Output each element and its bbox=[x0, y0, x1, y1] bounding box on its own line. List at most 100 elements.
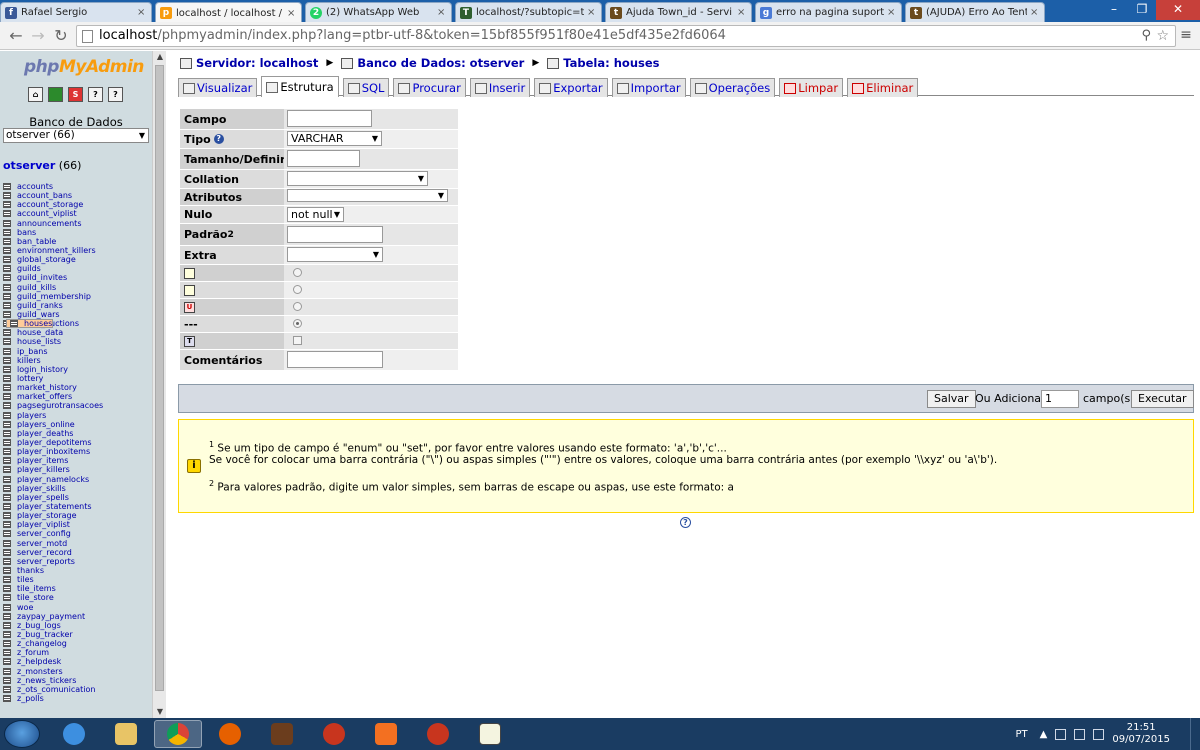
sidebar-table-item[interactable]: bans bbox=[3, 228, 151, 237]
table-icon[interactable] bbox=[3, 301, 11, 309]
table-icon[interactable] bbox=[3, 658, 11, 666]
flag-icon[interactable] bbox=[1055, 728, 1067, 740]
back-icon[interactable]: ← bbox=[6, 26, 26, 46]
sidebar-table-item[interactable]: server_record bbox=[3, 548, 151, 557]
tab-exportar[interactable]: Exportar bbox=[534, 78, 608, 97]
table-icon[interactable] bbox=[3, 402, 11, 410]
table-icon[interactable] bbox=[3, 667, 11, 675]
sidebar-table-item[interactable]: player_storage bbox=[3, 511, 151, 520]
sidebar-table-item[interactable]: announcements bbox=[3, 219, 151, 228]
sidebar-table-item[interactable]: accounts bbox=[3, 182, 151, 191]
sidebar-table-item[interactable]: tiles bbox=[3, 575, 151, 584]
sidebar-table-item[interactable]: market_offers bbox=[3, 392, 151, 401]
db-select[interactable]: otserver (66) ▼ bbox=[3, 128, 149, 143]
maximize-icon[interactable]: ❐ bbox=[1128, 0, 1156, 20]
sidebar-table-item[interactable]: z_ots_comunication bbox=[3, 685, 151, 694]
sidebar-table-item[interactable]: z_polls bbox=[3, 694, 151, 703]
sidebar-table-item[interactable]: player_items bbox=[3, 456, 151, 465]
sidebar-table-item[interactable]: environment_killers bbox=[3, 246, 151, 255]
sidebar-table-item[interactable]: z_forum bbox=[3, 648, 151, 657]
sidebar-table-item[interactable]: guild_wars bbox=[3, 310, 151, 319]
scroll-down-icon[interactable]: ▼ bbox=[153, 706, 167, 718]
bookmark-star-icon[interactable]: ☆ bbox=[1156, 26, 1169, 46]
index-radio[interactable] bbox=[293, 285, 302, 294]
table-icon[interactable] bbox=[3, 256, 11, 264]
scroll-up-icon[interactable]: ▲ bbox=[153, 51, 167, 63]
chart-app-icon[interactable] bbox=[466, 720, 514, 748]
browser-tab-active[interactable]: p localhost / localhost / c × bbox=[155, 2, 302, 23]
sidebar-table-item[interactable]: woe bbox=[3, 602, 151, 612]
execute-button[interactable]: Executar bbox=[1131, 390, 1194, 408]
close-tab-icon[interactable]: × bbox=[887, 7, 897, 18]
table-icon[interactable] bbox=[3, 283, 11, 291]
tipo-select[interactable]: VARCHAR ▼ bbox=[287, 131, 382, 146]
sidebar-table-item[interactable]: pagsegurotransacoes bbox=[3, 401, 151, 410]
sidebar-table-item[interactable]: players bbox=[3, 411, 151, 420]
table-icon[interactable] bbox=[3, 649, 11, 657]
table-icon[interactable] bbox=[3, 338, 11, 346]
table-icon[interactable] bbox=[3, 375, 11, 383]
table-icon[interactable] bbox=[3, 530, 11, 538]
table-icon[interactable] bbox=[3, 201, 11, 209]
field-count-input[interactable]: 1 bbox=[1041, 390, 1079, 408]
padrao-input[interactable] bbox=[287, 226, 383, 243]
sidebar-table-item[interactable]: z_monsters bbox=[3, 666, 151, 676]
browser-tab[interactable]: f Rafael Sergio × bbox=[0, 2, 152, 22]
sidebar-table-item[interactable]: global_storage bbox=[3, 255, 151, 264]
tab-procurar[interactable]: Procurar bbox=[393, 78, 466, 97]
sidebar-table-item[interactable]: players_online bbox=[3, 420, 151, 429]
primary-radio[interactable] bbox=[293, 268, 302, 277]
sidebar-table-item[interactable]: player_inboxitems bbox=[3, 447, 151, 456]
clock[interactable]: 21:51 09/07/2015 bbox=[1112, 722, 1170, 746]
close-tab-icon[interactable]: × bbox=[437, 7, 447, 18]
menu-icon[interactable]: ≡ bbox=[1178, 27, 1194, 43]
table-icon[interactable] bbox=[3, 493, 11, 501]
sidebar-table-item[interactable]: server_motd bbox=[3, 538, 151, 548]
game-icon[interactable] bbox=[310, 720, 358, 748]
table-icon[interactable] bbox=[3, 521, 11, 529]
windows-start-icon[interactable] bbox=[4, 720, 40, 748]
tab-eliminar[interactable]: Eliminar bbox=[847, 78, 919, 97]
table-icon[interactable] bbox=[3, 411, 11, 419]
sidebar-table-item[interactable]: player_killers bbox=[3, 465, 151, 474]
close-tab-icon[interactable]: × bbox=[587, 7, 597, 18]
sidebar-table-item[interactable]: z_bug_tracker bbox=[3, 630, 151, 639]
tab-inserir[interactable]: Inserir bbox=[469, 78, 531, 97]
sidebar-table-item[interactable]: guild_ranks bbox=[3, 301, 151, 310]
close-window-icon[interactable]: ✕ bbox=[1156, 0, 1200, 20]
sidebar-table-item[interactable]: login_history bbox=[3, 365, 151, 374]
xampp-icon[interactable] bbox=[362, 720, 410, 748]
sidebar-table-item[interactable]: z_changelog bbox=[3, 639, 151, 648]
table-icon[interactable] bbox=[3, 585, 11, 593]
reload-nav-icon[interactable]: ? bbox=[108, 87, 123, 102]
sidebar-table-item[interactable]: account_viplist bbox=[3, 209, 151, 218]
sidebar-table-item[interactable]: zaypay_payment bbox=[3, 612, 151, 621]
sidebar-table-item[interactable]: ban_table bbox=[3, 237, 151, 246]
sidebar-table-item[interactable]: z_news_tickers bbox=[3, 676, 151, 685]
game-icon-2[interactable] bbox=[414, 720, 462, 748]
save-button[interactable]: Salvar bbox=[927, 390, 976, 408]
table-icon[interactable] bbox=[3, 183, 11, 191]
sidebar-table-item[interactable]: tile_store bbox=[3, 593, 151, 602]
table-icon[interactable] bbox=[3, 484, 11, 492]
sidebar-table-item[interactable]: guild_kills bbox=[3, 283, 151, 292]
table-icon[interactable] bbox=[3, 694, 11, 702]
sidebar-table-item[interactable]: thanks bbox=[3, 566, 151, 575]
table-icon[interactable] bbox=[3, 393, 11, 401]
tab-sql[interactable]: SQL bbox=[342, 78, 390, 97]
sidebar-table-item[interactable]: z_bug_logs bbox=[3, 621, 151, 630]
breadcrumb-table[interactable]: Tabela: houses bbox=[563, 56, 659, 70]
table-icon[interactable] bbox=[3, 557, 11, 565]
sidebar-table-item[interactable]: player_skills bbox=[3, 484, 151, 493]
file-explorer-icon[interactable] bbox=[102, 720, 150, 748]
table-icon[interactable] bbox=[3, 384, 11, 392]
db-title[interactable]: otserver (66) bbox=[3, 159, 81, 172]
sidebar-table-item[interactable]: houses bbox=[6, 319, 54, 329]
show-desktop-button[interactable] bbox=[1190, 718, 1200, 750]
sidebar-table-item[interactable]: player_deaths bbox=[3, 429, 151, 438]
table-icon[interactable] bbox=[3, 329, 11, 337]
table-icon[interactable] bbox=[3, 292, 11, 300]
table-icon[interactable] bbox=[3, 356, 11, 364]
volume-icon[interactable] bbox=[1093, 728, 1105, 740]
sidebar-table-item[interactable]: player_namelocks bbox=[3, 475, 151, 484]
